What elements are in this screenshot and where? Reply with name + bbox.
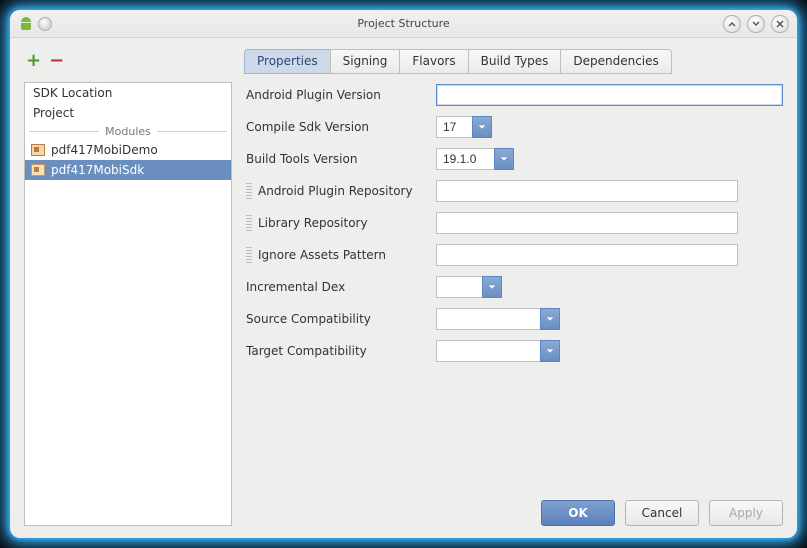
tab-dependencies[interactable]: Dependencies <box>560 49 671 74</box>
chevron-down-icon[interactable] <box>494 148 514 170</box>
chevron-down-icon[interactable] <box>472 116 492 138</box>
chevron-down-icon[interactable] <box>482 276 502 298</box>
dialog-button-bar: OK Cancel Apply <box>246 485 783 526</box>
apply-button[interactable]: Apply <box>709 500 783 526</box>
window: Project Structure + − Properties Signing… <box>10 10 797 538</box>
tab-signing[interactable]: Signing <box>330 49 401 74</box>
module-item[interactable]: pdf417MobiSdk <box>25 160 231 180</box>
sidebar-item-project[interactable]: Project <box>25 103 231 123</box>
module-label: pdf417MobiSdk <box>51 163 144 177</box>
combo-source-compatibility[interactable] <box>436 308 783 330</box>
input-build-tools-version[interactable] <box>436 148 494 170</box>
add-module-button[interactable]: + <box>26 52 41 70</box>
module-label: pdf417MobiDemo <box>51 143 158 157</box>
remove-module-button[interactable]: − <box>49 52 64 70</box>
combo-incremental-dex[interactable] <box>436 276 783 298</box>
label-compile-sdk-version: Compile Sdk Version <box>246 116 426 138</box>
chevron-down-icon[interactable] <box>540 340 560 362</box>
input-compile-sdk-version[interactable] <box>436 116 472 138</box>
titlebar: Project Structure <box>10 10 797 38</box>
combo-build-tools-version[interactable] <box>436 148 783 170</box>
label-incremental-dex: Incremental Dex <box>246 276 426 298</box>
module-item[interactable]: pdf417MobiDemo <box>25 140 231 160</box>
label-build-tools-version: Build Tools Version <box>246 148 426 170</box>
tab-build-types[interactable]: Build Types <box>468 49 562 74</box>
input-android-plugin-repository[interactable] <box>436 180 738 202</box>
combo-target-compatibility[interactable] <box>436 340 783 362</box>
input-ignore-assets-pattern[interactable] <box>436 244 738 266</box>
chevron-down-icon[interactable] <box>540 308 560 330</box>
label-android-plugin-version: Android Plugin Version <box>246 84 426 106</box>
window-title: Project Structure <box>10 17 797 30</box>
tab-flavors[interactable]: Flavors <box>399 49 468 74</box>
properties-form: Android Plugin Version Compile Sdk Versi… <box>246 82 783 362</box>
input-source-compatibility[interactable] <box>436 308 540 330</box>
input-incremental-dex[interactable] <box>436 276 482 298</box>
combo-compile-sdk-version[interactable] <box>436 116 783 138</box>
input-target-compatibility[interactable] <box>436 340 540 362</box>
cancel-button[interactable]: Cancel <box>625 500 699 526</box>
input-android-plugin-version[interactable] <box>436 84 783 106</box>
module-icon <box>31 144 45 156</box>
label-ignore-assets-pattern: Ignore Assets Pattern <box>246 244 426 266</box>
module-icon <box>31 164 45 176</box>
label-android-plugin-repository: Android Plugin Repository <box>246 180 426 202</box>
ok-button[interactable]: OK <box>541 500 615 526</box>
label-target-compatibility: Target Compatibility <box>246 340 426 362</box>
label-library-repository: Library Repository <box>246 212 426 234</box>
sidebar: SDK Location Project Modules pdf417MobiD… <box>24 82 232 526</box>
sidebar-item-sdk-location[interactable]: SDK Location <box>25 83 231 103</box>
sidebar-modules-header: Modules <box>25 123 231 140</box>
tab-properties[interactable]: Properties <box>244 49 331 74</box>
input-library-repository[interactable] <box>436 212 738 234</box>
tab-bar: Properties Signing Flavors Build Types D… <box>244 48 783 74</box>
label-source-compatibility: Source Compatibility <box>246 308 426 330</box>
